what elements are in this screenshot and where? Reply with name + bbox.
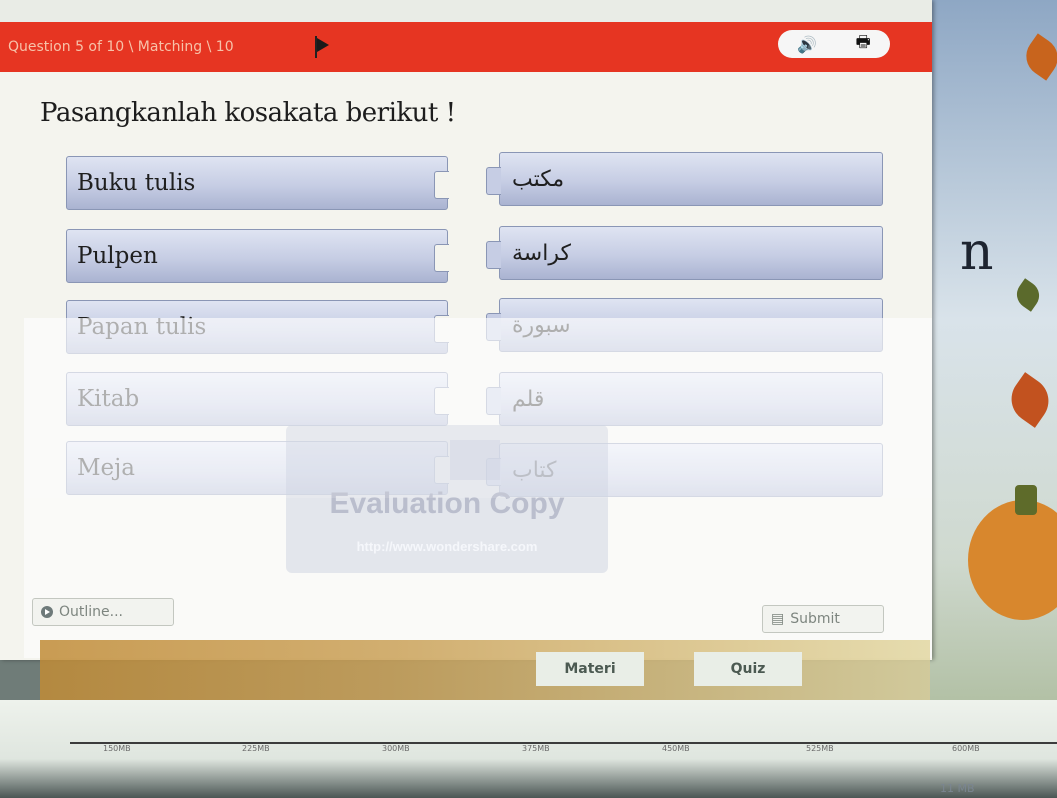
pumpkin-stem [1015, 485, 1037, 515]
match-right-label: مكتب [512, 166, 565, 192]
tab-quiz[interactable]: Quiz [694, 652, 802, 686]
timeline-ruler [70, 742, 1057, 744]
puzzle-notch [486, 387, 501, 415]
speaker-icon[interactable]: 🔊 [797, 35, 817, 54]
timeline-tick: 300MB [382, 744, 410, 753]
watermark-title: Evaluation Copy [329, 487, 565, 520]
puzzle-notch [434, 171, 449, 199]
watermark-url: http://www.wondershare.com [356, 539, 538, 554]
timeline-tick: 600MB [952, 744, 980, 753]
memory-total: 11 MB [940, 782, 975, 795]
puzzle-notch [486, 167, 501, 195]
print-icon[interactable]: 🖶 [856, 31, 871, 58]
flag-icon[interactable] [315, 36, 331, 58]
memory-timeline: 150MB 225MB 300MB 375MB 450MB 525MB 600M… [0, 700, 1057, 798]
match-right-label: كراسة [512, 240, 571, 266]
match-right-item[interactable]: كراسة [486, 226, 883, 280]
outline-button[interactable]: Outline... [32, 598, 174, 626]
match-left-label: Kitab [77, 386, 140, 412]
timeline-tick: 525MB [806, 744, 834, 753]
puzzle-notch [486, 313, 501, 341]
match-left-item[interactable]: Pulpen [66, 229, 449, 283]
match-left-item[interactable]: Buku tulis [66, 156, 449, 210]
match-left-label: Papan tulis [77, 314, 207, 340]
question-prompt: Pasangkanlah kosakata berikut ! [40, 98, 456, 128]
play-icon [41, 606, 53, 618]
timeline-tick: 225MB [242, 744, 270, 753]
timeline-tick: 450MB [662, 744, 690, 753]
timeline-tick: 375MB [522, 744, 550, 753]
evaluation-watermark: Evaluation Copy http://www.wondershare.c… [286, 425, 608, 573]
quiz-header: Question 5 of 10 \ Matching \ 10 🔊 🖶 [0, 22, 932, 72]
document-icon: ▤ [771, 611, 785, 627]
background-letter: n [960, 222, 994, 282]
timeline-tick: 150MB [103, 744, 131, 753]
match-right-item[interactable]: قلم [486, 372, 883, 426]
header-tools: 🔊 🖶 [778, 30, 890, 58]
match-right-label: سبورة [512, 312, 571, 338]
match-right-item[interactable]: مكتب [486, 152, 883, 206]
tab-materi[interactable]: Materi [536, 652, 644, 686]
match-right-item[interactable]: سبورة [486, 298, 883, 352]
match-right-label: قلم [512, 386, 545, 412]
match-left-label: Meja [77, 455, 136, 481]
match-left-label: Buku tulis [77, 170, 196, 196]
outline-label: Outline... [59, 604, 123, 620]
top-strip [0, 0, 932, 22]
match-left-item[interactable]: Kitab [66, 372, 449, 426]
match-left-label: Pulpen [77, 243, 158, 269]
question-info: Question 5 of 10 \ Matching \ 10 [8, 39, 234, 55]
submit-button[interactable]: ▤ Submit [762, 605, 884, 633]
match-left-item[interactable]: Papan tulis [66, 300, 449, 354]
quiz-window: Question 5 of 10 \ Matching \ 10 🔊 🖶 Pas… [0, 0, 932, 660]
puzzle-notch [434, 315, 449, 343]
submit-label: Submit [790, 611, 840, 627]
puzzle-notch [434, 244, 449, 272]
puzzle-notch [486, 241, 501, 269]
puzzle-notch [434, 387, 449, 415]
